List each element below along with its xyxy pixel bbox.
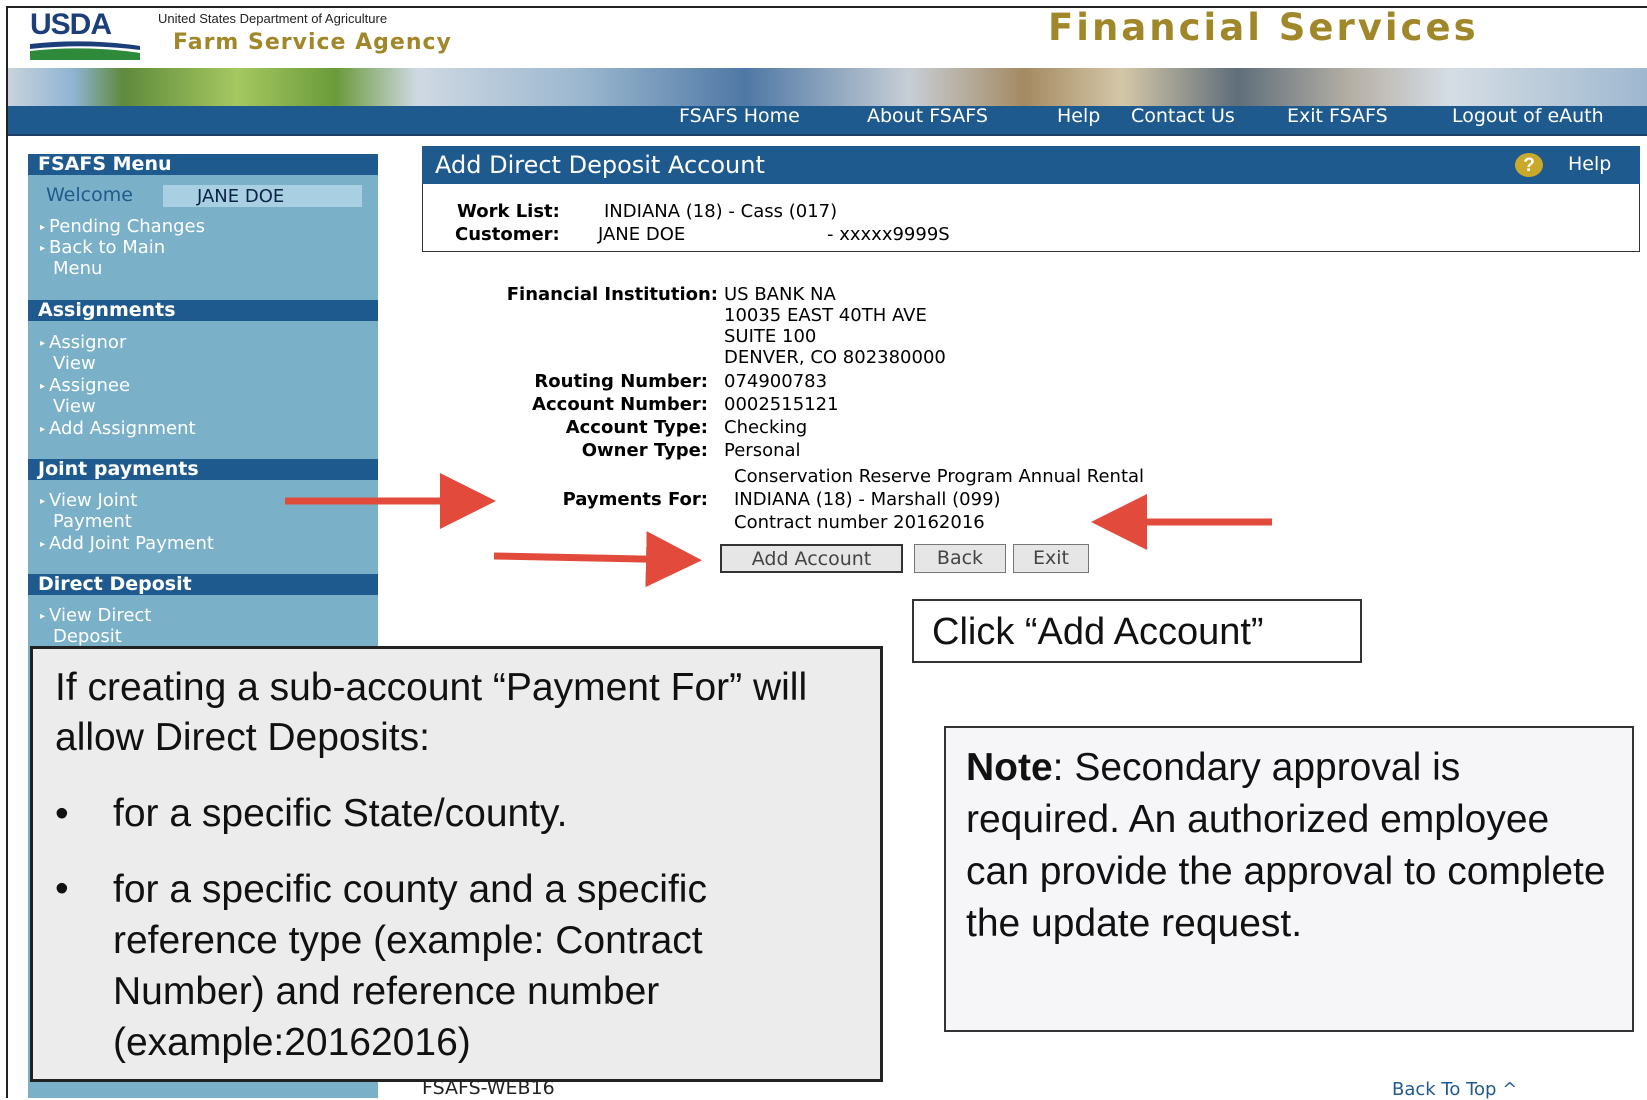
customer-id: - xxxxx9999S [827, 224, 950, 245]
exit-button[interactable]: Exit [1013, 544, 1089, 573]
site-title: Financial Services [1048, 6, 1479, 49]
financial-institution-line-1: US BANK NA [724, 284, 836, 305]
sidebar-item-view-direct-deposit[interactable]: ▸ View Direct [40, 605, 151, 627]
callout-click-add-account: Click “Add Account” [912, 599, 1362, 663]
page-code: FSAFS-WEB16 [422, 1077, 555, 1099]
sidebar-joint-title: Joint payments [28, 459, 378, 480]
welcome-label: Welcome [46, 184, 133, 206]
sidebar-item-label: Pending Changes [49, 216, 206, 237]
payments-for-line-1: Conservation Reserve Program Annual Rent… [734, 466, 1145, 487]
sidebar-item-label-cont[interactable]: Payment [53, 511, 132, 532]
routing-number-value: 074900783 [724, 371, 828, 392]
sidebar-item-label: Assignee [49, 375, 131, 396]
nav-link-about[interactable]: About FSAFS [867, 105, 988, 127]
sidebar-menu-title: FSAFS Menu [28, 154, 378, 175]
welcome-user-name: JANE DOE [163, 185, 362, 207]
question-circle-icon[interactable]: ? [1515, 153, 1543, 177]
sidebar-item-view-joint-payment[interactable]: ▸ View Joint [40, 490, 137, 512]
sidebar-item-label: View Direct [49, 605, 152, 626]
triangle-right-icon: ▸ [40, 381, 46, 392]
callout-sub-intro: If creating a sub-account “Payment For” … [55, 666, 808, 759]
triangle-right-icon: ▸ [40, 424, 46, 435]
sidebar-item-add-joint-payment[interactable]: ▸ Add Joint Payment [40, 533, 214, 555]
routing-number-label: Routing Number: [534, 371, 708, 392]
account-number-value: 0002515121 [724, 394, 839, 415]
nav-link-logout[interactable]: Logout of eAuth [1452, 105, 1604, 127]
top-nav-bar [8, 106, 1647, 136]
sidebar-item-label-cont[interactable]: Deposit [53, 626, 122, 647]
work-list-label: Work List: [457, 201, 560, 222]
help-link[interactable]: Help [1568, 153, 1611, 175]
financial-institution-line-3: SUITE 100 [724, 326, 817, 347]
add-account-button[interactable]: Add Account [720, 544, 903, 573]
callout-note-text: Note: Secondary approval is required. An… [966, 742, 1606, 950]
triangle-right-icon: ▸ [40, 243, 46, 254]
payments-for-label: Payments For: [562, 489, 708, 510]
sidebar-item-label: Assignor [49, 332, 127, 353]
sidebar-item-label-cont[interactable]: Menu [53, 258, 102, 279]
account-type-label: Account Type: [565, 417, 708, 438]
callout-note: Note: Secondary approval is required. An… [944, 726, 1634, 1032]
back-to-top-link[interactable]: Back To Top ^ [1392, 1079, 1517, 1100]
sidebar-item-label-cont[interactable]: View [53, 396, 96, 417]
work-list-value: INDIANA (18) - Cass (017) [604, 201, 838, 222]
owner-type-value: Personal [724, 440, 801, 461]
sidebar-assignments-title: Assignments [28, 300, 378, 321]
nav-link-help[interactable]: Help [1057, 105, 1100, 127]
sidebar-item-add-assignment[interactable]: ▸ Add Assignment [40, 418, 196, 440]
agency-name: Farm Service Agency [173, 30, 452, 55]
triangle-right-icon: ▸ [40, 222, 46, 233]
sidebar-item-label: Add Joint Payment [49, 533, 214, 554]
page-title: Add Direct Deposit Account [435, 151, 765, 179]
sidebar-item-pending-changes[interactable]: ▸ Pending Changes [40, 216, 205, 238]
usda-logo-text: USDA [30, 8, 112, 41]
financial-institution-line-2: 10035 EAST 40TH AVE [724, 305, 927, 326]
callout-sub-bullet-2: for a specific county and a specific ref… [113, 868, 707, 1064]
sidebar-item-assignor-view[interactable]: ▸ Assignor [40, 332, 126, 354]
account-type-value: Checking [724, 417, 808, 438]
owner-type-label: Owner Type: [581, 440, 708, 461]
sidebar-item-label: Add Assignment [49, 418, 196, 439]
triangle-right-icon: ▸ [40, 611, 46, 622]
sidebar-item-label-cont[interactable]: View [53, 353, 96, 374]
sidebar-item-assignee-view[interactable]: ▸ Assignee [40, 375, 130, 397]
back-button[interactable]: Back [914, 544, 1006, 573]
sidebar-item-label: Back to Main [49, 237, 166, 258]
financial-institution-line-4: DENVER, CO 802380000 [724, 347, 946, 368]
customer-label: Customer: [455, 224, 560, 245]
triangle-right-icon: ▸ [40, 496, 46, 507]
note-bold-label: Note [966, 746, 1053, 789]
triangle-right-icon: ▸ [40, 338, 46, 349]
sidebar-item-back-to-main[interactable]: ▸ Back to Main [40, 237, 165, 259]
financial-institution-label: Financial Institution: [506, 284, 718, 305]
customer-value: JANE DOE [598, 224, 686, 245]
callout-sub-account: If creating a sub-account “Payment For” … [30, 646, 883, 1082]
nav-link-home[interactable]: FSAFS Home [679, 105, 800, 127]
account-number-label: Account Number: [532, 394, 708, 415]
sidebar-deposit-title: Direct Deposit [28, 574, 378, 595]
triangle-right-icon: ▸ [40, 539, 46, 550]
callout-sub-bullet-1: for a specific State/county. [113, 792, 568, 835]
nav-link-exit[interactable]: Exit FSAFS [1287, 105, 1388, 127]
payments-for-line-3: Contract number 20162016 [734, 512, 985, 533]
payments-for-line-2: INDIANA (18) - Marshall (099) [734, 489, 1001, 510]
note-body: : Secondary approval is required. An aut… [966, 746, 1606, 945]
bullet-icon: • [55, 792, 69, 835]
sidebar-item-label: View Joint [49, 490, 138, 511]
usda-logo-icon [30, 41, 140, 60]
header-banner-image [8, 68, 1647, 106]
department-name: United States Department of Agriculture [158, 11, 388, 26]
nav-link-contact[interactable]: Contact Us [1131, 105, 1235, 127]
bullet-icon: • [55, 867, 69, 910]
